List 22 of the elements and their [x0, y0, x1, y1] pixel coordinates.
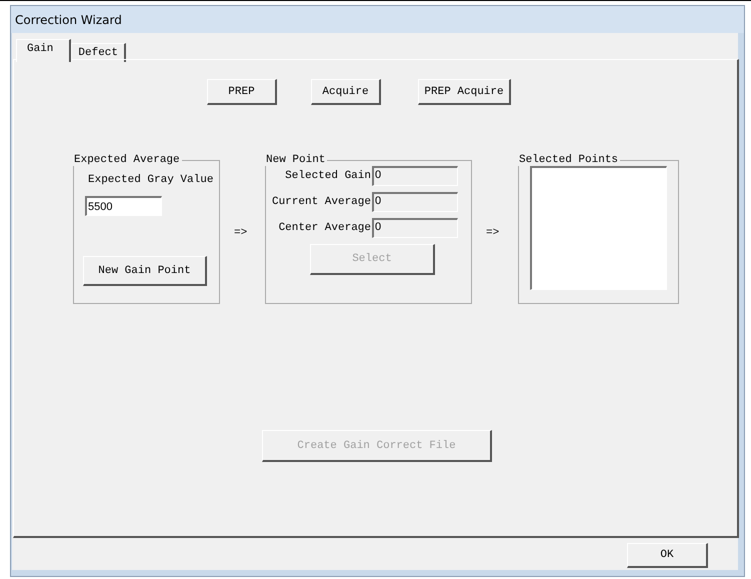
group-title: Expected Average — [73, 154, 181, 166]
toolbar-button[interactable]: Acquire — [311, 79, 381, 105]
window-title: Correction Wizard — [15, 12, 122, 26]
toolbar-button[interactable]: PREP — [207, 79, 277, 105]
arrow-label: => — [485, 227, 500, 239]
arrow-label: => — [233, 227, 248, 239]
field-label: Selected Gain — [285, 170, 371, 182]
group-title: Selected Points — [518, 154, 620, 166]
field-label: Expected Gray Value — [88, 174, 214, 186]
ok-button[interactable]: OK — [627, 543, 708, 568]
readonly-field: 0 — [372, 166, 458, 186]
list-box[interactable] — [530, 166, 667, 290]
readonly-field: 0 — [372, 218, 458, 238]
tab[interactable]: Gain — [16, 39, 72, 62]
group-title: New Point — [265, 154, 326, 166]
toolbar-button[interactable]: PREP Acquire — [418, 79, 511, 105]
tab[interactable]: Defect — [71, 43, 126, 62]
field-label: Center Average — [278, 222, 371, 234]
readonly-field: 0 — [372, 192, 458, 212]
input-field[interactable]: 5500 — [85, 196, 162, 216]
field-label: Current Average — [272, 196, 371, 208]
new-gain-point-button[interactable]: New Gain Point — [83, 256, 207, 286]
